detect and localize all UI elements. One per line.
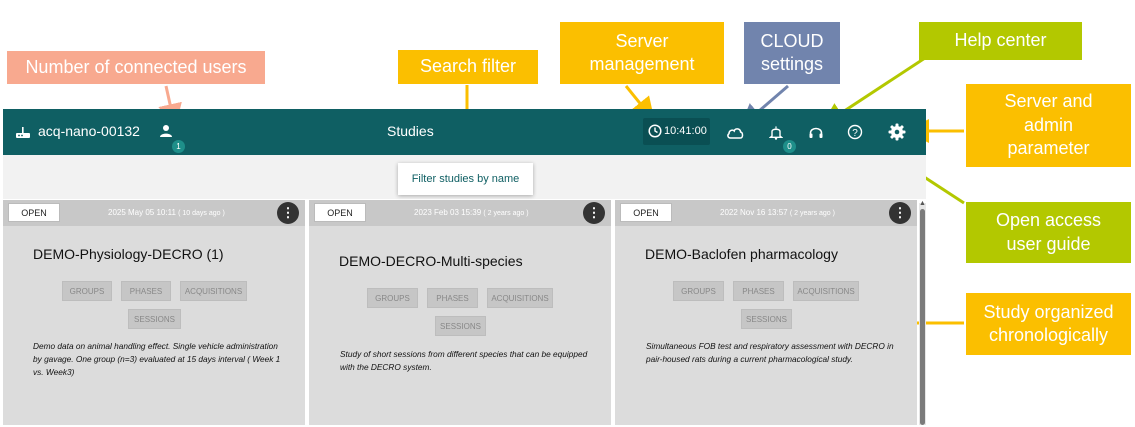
study-card-header: OPEN 2022 Nov 16 13:57 ( 2 years ago ) ⋮ [615,200,917,226]
chip-phases[interactable]: PHASES [427,288,478,308]
server-time: 10:41:00 [664,125,707,137]
user-icon[interactable] [157,122,175,140]
help-circle-icon[interactable]: ? [846,123,864,141]
chip-groups[interactable]: GROUPS [367,288,418,308]
more-vertical-icon[interactable]: ⋮ [889,202,911,224]
chip-sessions[interactable]: SESSIONS [741,309,792,329]
study-card-header: OPEN 2025 May 05 10:11 ( 10 days ago ) ⋮ [3,200,305,226]
gear-icon[interactable] [887,122,907,142]
open-study-button[interactable]: OPEN [620,203,672,222]
chip-acquisitions[interactable]: ACQUISITIONS [793,281,859,301]
server-time-button[interactable]: 10:41:00 [643,118,710,145]
study-card: OPEN 2023 Feb 03 15:39 ( 2 years ago ) ⋮… [309,200,611,425]
headset-icon[interactable] [807,123,825,141]
study-title: DEMO-Physiology-DECRO (1) [33,246,224,262]
open-study-button[interactable]: OPEN [8,203,60,222]
study-card-header: OPEN 2023 Feb 03 15:39 ( 2 years ago ) ⋮ [309,200,611,226]
study-title: DEMO-Baclofen pharmacology [645,246,838,262]
notifications-count-badge: 0 [783,140,796,153]
open-study-button[interactable]: OPEN [314,203,366,222]
svg-text:?: ? [852,128,858,139]
chip-acquisitions[interactable]: ACQUISITIONS [487,288,553,308]
top-bar: acq-nano-00132 1 Studies 10:41:00 0 ? [3,109,926,155]
chip-phases[interactable]: PHASES [733,281,784,301]
page-title: Studies [387,123,434,139]
study-date: 2023 Feb 03 15:39 ( 2 years ago ) [414,208,529,217]
more-vertical-icon[interactable]: ⋮ [583,202,605,224]
chip-sessions[interactable]: SESSIONS [435,316,486,336]
more-vertical-icon[interactable]: ⋮ [277,202,299,224]
device-name: acq-nano-00132 [38,123,140,139]
study-date: 2025 May 05 10:11 ( 10 days ago ) [108,208,225,217]
study-description: Demo data on animal handling effect. Sin… [33,341,281,377]
bell-icon[interactable] [767,123,785,141]
chip-phases[interactable]: PHASES [121,281,171,301]
chip-sessions[interactable]: SESSIONS [128,309,181,329]
users-count-badge: 1 [172,140,185,153]
study-card: OPEN 2022 Nov 16 13:57 ( 2 years ago ) ⋮… [615,200,917,425]
study-description: Study of short sessions from different s… [340,349,588,372]
cloud-icon[interactable] [725,123,745,141]
chip-groups[interactable]: GROUPS [673,281,724,301]
study-description: Simultaneous FOB test and respiratory as… [646,341,894,364]
study-title: DEMO-DECRO-Multi-species [339,253,523,269]
chip-groups[interactable]: GROUPS [62,281,112,301]
router-icon [15,124,31,140]
clock-icon [648,124,662,138]
chip-acquisitions[interactable]: ACQUISITIONS [180,281,247,301]
filter-studies-input[interactable]: Filter studies by name [398,163,533,195]
study-date: 2022 Nov 16 13:57 ( 2 years ago ) [720,208,835,217]
study-card: OPEN 2025 May 05 10:11 ( 10 days ago ) ⋮… [3,200,305,425]
scrollbar-thumb[interactable] [920,209,925,425]
scroll-up-arrow[interactable]: ▲ [919,200,926,208]
